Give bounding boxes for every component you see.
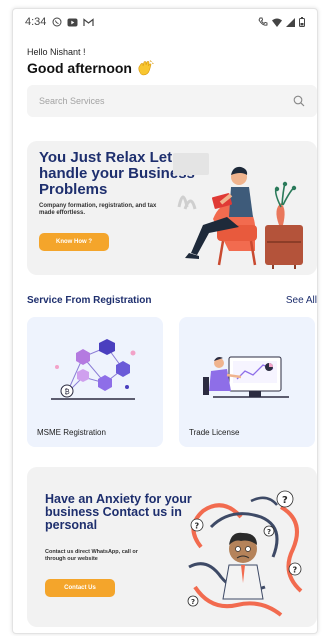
svg-text:₿: ₿ — [65, 388, 70, 396]
service-card-label: Trade License — [189, 428, 240, 437]
whatsapp-icon — [52, 17, 62, 27]
search-input[interactable] — [39, 96, 293, 106]
contact-banner[interactable]: Have an Anxiety for your business Contac… — [27, 467, 317, 627]
svg-text:?: ? — [282, 495, 288, 506]
search-bar[interactable] — [27, 85, 317, 117]
anxious-man-illustration: ? ? ? ? ? — [187, 490, 303, 617]
greeting-message: Good afternoon — [27, 60, 132, 76]
service-card-msme[interactable]: ₿ MSME Registration — [27, 317, 163, 447]
svg-text:?: ? — [195, 522, 200, 531]
blockchain-illustration: ₿ — [51, 339, 136, 400]
battery-icon — [299, 17, 305, 27]
service-card-trade-license[interactable]: Trade License — [179, 317, 315, 447]
call-icon — [258, 17, 268, 26]
gmail-icon — [83, 17, 95, 26]
app-screen: 4:34 Hello Nishant ! Good afternoon You … — [12, 8, 318, 634]
see-all-link[interactable]: See All — [286, 295, 317, 306]
svg-text:?: ? — [293, 566, 298, 575]
know-how-button[interactable]: Know How ? — [39, 233, 109, 251]
service-card-label: MSME Registration — [37, 428, 106, 437]
contact-banner-subtitle: Contact us direct WhatsApp, call or thro… — [45, 549, 138, 562]
youtube-icon — [67, 18, 78, 26]
svg-text:?: ? — [191, 598, 195, 606]
services-section-title: Service From Registration — [27, 295, 152, 306]
svg-text:?: ? — [267, 528, 271, 536]
services-section-header: Service From Registration See All — [27, 295, 317, 306]
signal-icon — [286, 17, 295, 27]
relax-banner-subtitle: Company formation, registration, and tax… — [39, 203, 157, 216]
wifi-icon — [272, 18, 282, 27]
relax-banner[interactable]: You Just Relax Let us handle your Busine… — [27, 141, 317, 275]
greeting-hello: Hello Nishant ! — [27, 47, 86, 57]
greeting-message-row: Good afternoon — [27, 59, 154, 77]
status-bar: 4:34 — [13, 9, 317, 35]
relaxing-man-illustration — [173, 153, 303, 269]
analyst-illustration — [203, 356, 289, 398]
contact-banner-title: Have an Anxiety for your business Contac… — [45, 492, 192, 532]
status-time: 4:34 — [25, 16, 47, 28]
search-icon[interactable] — [293, 95, 305, 107]
contact-us-button[interactable]: Contact Us — [45, 579, 115, 597]
waving-hand-icon — [138, 60, 154, 76]
